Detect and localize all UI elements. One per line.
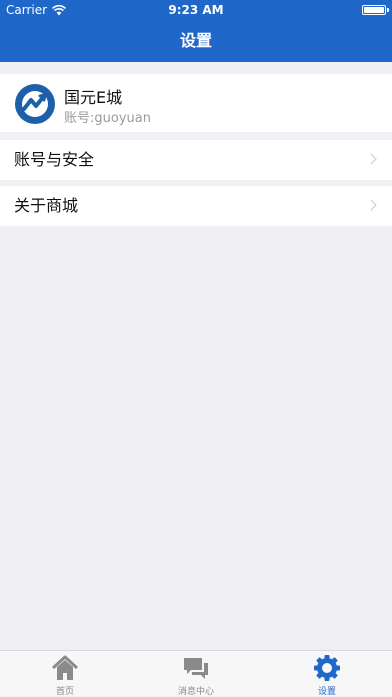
- profile-name: 国元E城: [64, 88, 123, 107]
- gear-icon: [314, 655, 340, 681]
- company-logo-icon: [15, 84, 55, 124]
- status-bar: Carrier 9:23 AM: [0, 0, 392, 20]
- menu-item-label: 关于商城: [14, 196, 79, 215]
- status-time: 9:23 AM: [168, 3, 224, 17]
- profile-account: 账号:guoyuan: [64, 111, 151, 126]
- chevron-right-icon: [365, 153, 377, 165]
- page-title: 设置: [179, 31, 212, 50]
- home-icon: [51, 655, 79, 680]
- tab-label: 设置: [317, 687, 336, 697]
- tab-messages[interactable]: 消息中心: [156, 651, 236, 697]
- tab-bar: 首页 消息中心 设置: [0, 650, 392, 697]
- navigation-bar: Carrier 9:23 AM 设置: [0, 0, 392, 62]
- tab-label: 首页: [55, 687, 74, 697]
- menu-item-label: 账号与安全: [14, 150, 95, 169]
- chevron-right-icon: [365, 199, 377, 211]
- tab-label: 消息中心: [177, 687, 214, 697]
- menu-item-about-mall[interactable]: 关于商城: [0, 186, 392, 226]
- tab-settings[interactable]: 设置: [287, 651, 367, 697]
- tab-home[interactable]: 首页: [25, 651, 105, 697]
- menu-item-account-security[interactable]: 账号与安全: [0, 140, 392, 180]
- profile-card[interactable]: 国元E城 账号:guoyuan: [0, 74, 392, 132]
- battery-icon: [362, 5, 389, 15]
- chat-icon: [184, 658, 208, 679]
